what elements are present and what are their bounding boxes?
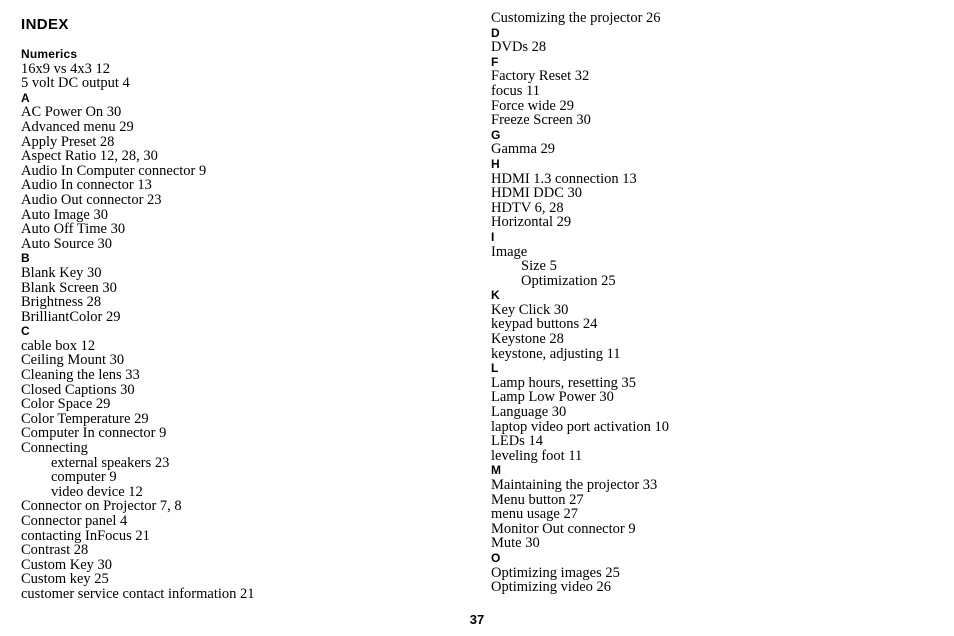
index-section-letter: K — [491, 288, 500, 303]
index-entry: 16x9 vs 4x3 12 — [21, 60, 111, 77]
index-entry: Monitor Out connector 9 — [491, 520, 636, 537]
index-column-right-entries: Customizing the projector 26 D DVDs 28 F Fac… — [491, 0, 931, 595]
index-entry: Key Click 30 — [491, 301, 569, 318]
index-section-letter: F — [491, 54, 499, 69]
index-entry: Lamp hours, resetting 35 — [491, 374, 636, 391]
index-section-letter: C — [21, 324, 30, 339]
index-entry: HDMI DDC 30 — [491, 185, 583, 202]
index-section-letter: G — [491, 127, 501, 142]
index-entry: contacting InFocus 21 — [21, 527, 150, 544]
index-entry: 5 volt DC output 4 — [21, 75, 130, 92]
index-column-left: Numerics 16x9 vs 4x3 12 5 volt DC output 4… — [21, 0, 461, 602]
index-entry: cable box 12 — [21, 337, 96, 354]
index-entry: DVDs 28 — [491, 39, 547, 56]
index-entry: BrilliantColor 29 — [21, 308, 121, 325]
index-entry: Audio Out connector 23 — [21, 191, 162, 208]
index-entry: Auto Source 30 — [21, 235, 113, 252]
index-entry: Color Space 29 — [21, 396, 111, 413]
index-entry: Menu button 27 — [491, 491, 584, 508]
index-entry: leveling foot 11 — [491, 447, 583, 464]
index-entry: Lamp Low Power 30 — [491, 389, 614, 406]
index-entry: Auto Off Time 30 — [21, 221, 126, 238]
index-entry: menu usage 27 — [491, 506, 578, 523]
index-section-letter: L — [491, 361, 499, 376]
index-entry: Gamma 29 — [491, 141, 556, 158]
index-entry: Optimizing video 26 — [491, 579, 612, 596]
index-entry: Contrast 28 — [21, 542, 89, 559]
index-entry: Mute 30 — [491, 535, 540, 552]
index-entry: Connector panel 4 — [21, 513, 128, 529]
page-number: 37 — [469, 612, 485, 627]
index-entry: customer service contact information 21 — [21, 585, 255, 602]
index-entry: Advanced menu 29 — [21, 118, 134, 135]
index-columns: Numerics 16x9 vs 4x3 12 5 volt DC output 4… — [0, 0, 954, 612]
index-entry: Horizontal 29 — [491, 214, 572, 231]
index-entry: Customizing the projector 26 — [491, 10, 661, 26]
index-entry: Computer In connector 9 — [21, 425, 167, 442]
index-section-letter: H — [491, 156, 500, 171]
index-section-letter: M — [491, 463, 502, 478]
index-entry: Auto Image 30 — [21, 206, 108, 223]
index-section-letter: O — [491, 550, 501, 565]
index-entry: Custom key 25 — [21, 571, 109, 588]
index-entry: HDTV 6, 28 — [491, 199, 564, 216]
index-entry: Image — [491, 243, 528, 260]
index-entry: Audio In connector 13 — [21, 177, 152, 194]
index-entry: Custom Key 30 — [21, 556, 113, 573]
index-column-left-entries: Numerics 16x9 vs 4x3 12 5 volt DC output 4… — [21, 0, 461, 602]
index-subentry: external speakers 23 — [51, 454, 170, 471]
index-entry: Language 30 — [491, 404, 567, 421]
index-entry: Aspect Ratio 12, 28, 30 — [21, 148, 158, 165]
index-entry: Audio In Computer connector 9 — [21, 162, 207, 179]
index-entry: Cleaning the lens 33 — [21, 367, 140, 384]
index-entry: Color Temperature 29 — [21, 410, 149, 427]
index-entry: focus 11 — [491, 82, 540, 99]
index-entry: Blank Key 30 — [21, 264, 102, 281]
index-entry: Optimizing images 25 — [491, 564, 620, 581]
index-section-letter: A — [21, 90, 30, 105]
index-entry: laptop video port activation 10 — [491, 418, 669, 435]
index-section-letter: B — [21, 251, 30, 266]
index-entry: LEDs 14 — [491, 433, 543, 450]
index-entry: keypad buttons 24 — [491, 316, 598, 333]
index-entry: Connecting — [21, 440, 88, 457]
index-subentry: video device 12 — [51, 483, 143, 500]
index-section-letter: Numerics — [21, 47, 78, 61]
index-section-letter: I — [491, 229, 495, 244]
index-entry: Brightness 28 — [21, 294, 102, 311]
index-column-right: Customizing the projector 26 D DVDs 28 F Fac… — [491, 0, 931, 595]
index-entry: Force wide 29 — [491, 97, 574, 114]
index-entry: Blank Screen 30 — [21, 279, 117, 296]
index-section-letter: D — [491, 25, 500, 40]
index-entry: Closed Captions 30 — [21, 381, 135, 398]
index-subentry: computer 9 — [51, 469, 117, 486]
index-subentry: Size 5 — [521, 258, 557, 275]
index-entry: Factory Reset 32 — [491, 68, 590, 85]
index-subentry: Optimization 25 — [521, 272, 616, 289]
index-entry: keystone, adjusting 11 — [491, 345, 621, 362]
index-entry: Freeze Screen 30 — [491, 112, 591, 129]
index-entry: Apply Preset 28 — [21, 133, 115, 150]
index-entry: AC Power On 30 — [21, 104, 122, 121]
index-entry: HDMI 1.3 connection 13 — [491, 170, 637, 187]
index-entry: Connector on Projector 7, 8 — [21, 498, 182, 515]
index-entry: Maintaining the projector 33 — [491, 477, 658, 493]
index-entry: Keystone 28 — [491, 331, 564, 348]
index-entry: Ceiling Mount 30 — [21, 352, 125, 369]
